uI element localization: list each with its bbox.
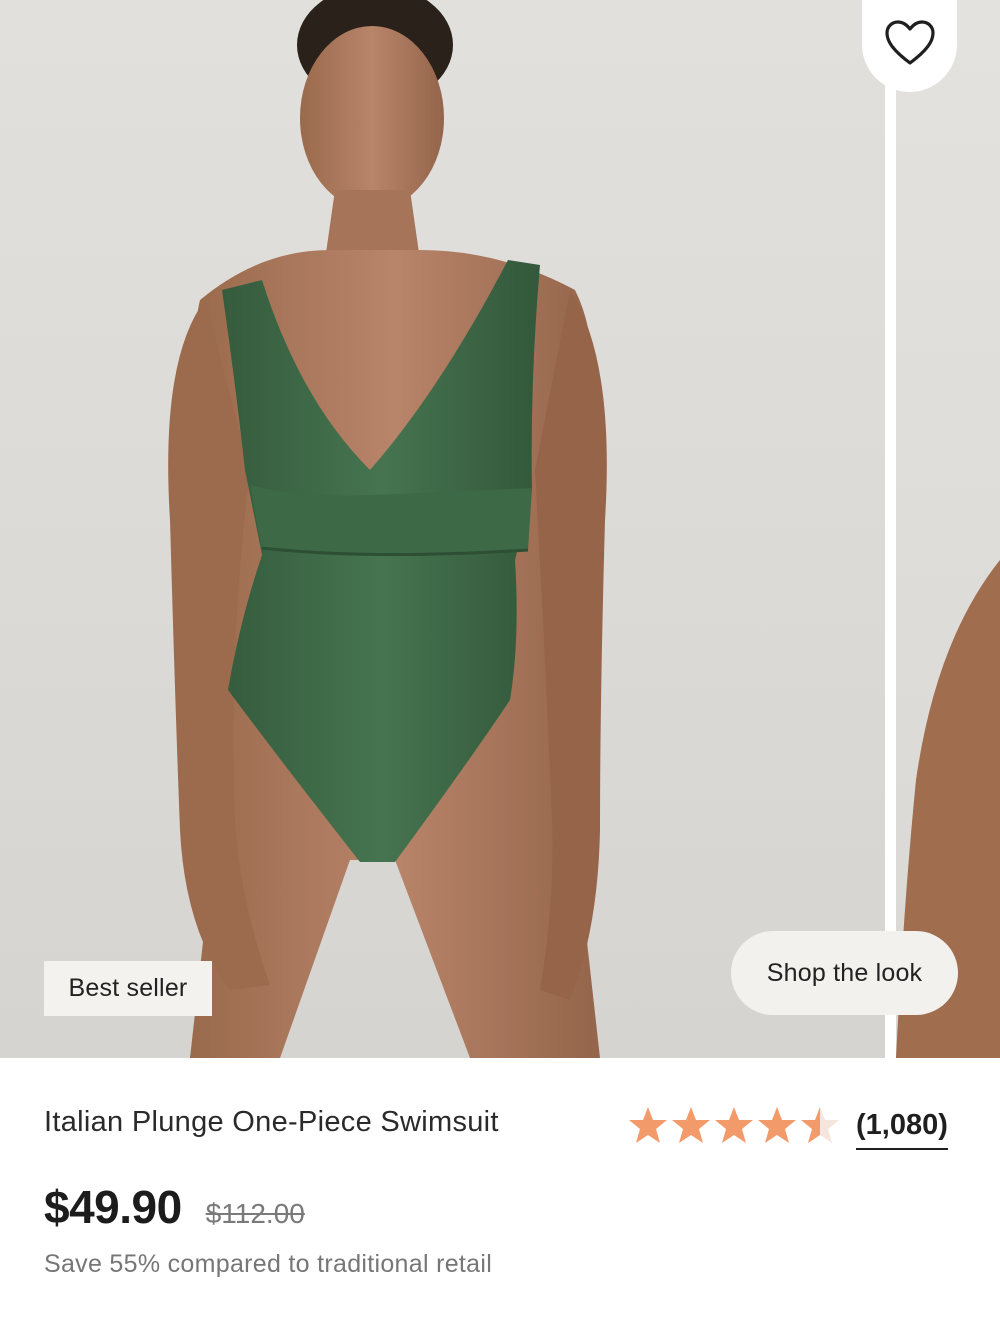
heart-outline-icon [884, 20, 935, 65]
review-count-link[interactable]: (1,080) [856, 1109, 948, 1150]
star-full-icon [758, 1107, 796, 1143]
next-image-preview [896, 560, 1000, 1058]
star-full-icon [672, 1107, 710, 1143]
savings-note: Save 55% compared to traditional retail [44, 1250, 493, 1278]
product-title[interactable]: Italian Plunge One-Piece Swimsuit [44, 1106, 499, 1139]
wishlist-button[interactable] [862, 0, 957, 92]
product-image-next[interactable] [896, 0, 1000, 1058]
price-row: $49.90 $112.00 [44, 1180, 305, 1234]
star-half-icon [801, 1107, 839, 1143]
compare-at-price: $112.00 [205, 1198, 305, 1229]
star-full-icon [629, 1107, 667, 1143]
rating-stars [628, 1105, 840, 1145]
best-seller-badge: Best seller [44, 961, 212, 1016]
product-image-main[interactable] [0, 0, 885, 1058]
model-illustration [168, 0, 607, 1058]
sale-price: $49.90 [44, 1181, 182, 1233]
shop-the-look-button[interactable]: Shop the look [731, 931, 958, 1015]
product-rating[interactable]: (1,080) [628, 1103, 948, 1150]
product-image-carousel[interactable]: Best seller Shop the look [0, 0, 1000, 1058]
star-full-icon [715, 1107, 753, 1143]
